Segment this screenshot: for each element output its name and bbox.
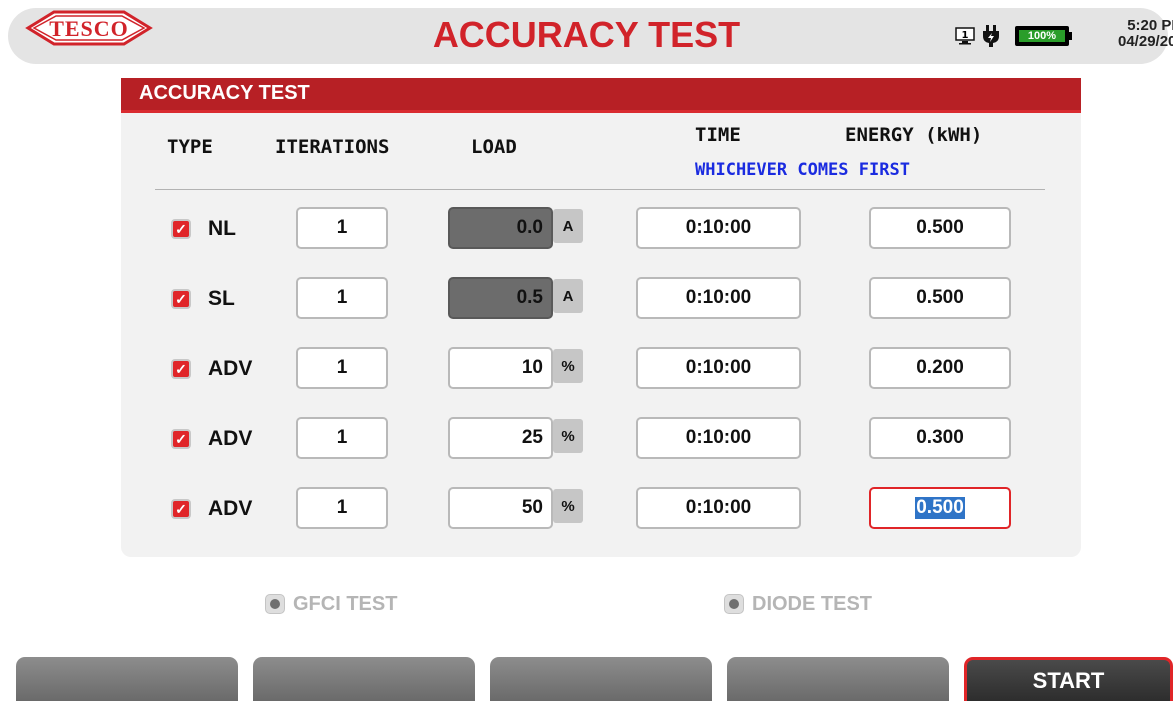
checkmark-icon[interactable]: ✓ [171, 429, 191, 449]
row-type: ADV [208, 427, 253, 450]
battery-level: 100% [1019, 30, 1065, 42]
time-field[interactable]: 0:10:00 [636, 487, 801, 529]
checkmark-icon[interactable]: ✓ [171, 499, 191, 519]
battery-icon: 100% [1015, 26, 1069, 46]
soft-button-2[interactable] [253, 657, 475, 701]
table-row: ✓ ADV 1 25 % 0:10:00 0.300 [121, 415, 1081, 461]
gfci-test-label: GFCI TEST [293, 593, 398, 615]
load-field[interactable]: 25 [448, 417, 553, 459]
energy-field[interactable]: 0.300 [869, 417, 1011, 459]
soft-button-3[interactable] [490, 657, 712, 701]
clock-date: 04/29/2021 [1118, 33, 1173, 50]
checkmark-icon[interactable]: ✓ [171, 359, 191, 379]
iterations-field[interactable]: 1 [296, 207, 388, 249]
load-unit: % [553, 349, 583, 383]
selected-text: 0.500 [915, 497, 965, 519]
plug-icon [983, 25, 999, 47]
iterations-field[interactable]: 1 [296, 277, 388, 319]
load-unit: % [553, 489, 583, 523]
load-unit: A [553, 279, 583, 313]
gfci-test-radio [265, 594, 285, 614]
panel-title-bar: ACCURACY TEST [121, 78, 1081, 113]
table-row: ✓ SL 1 0.5 A 0:10:00 0.500 [121, 275, 1081, 321]
row-type: ADV [208, 357, 253, 380]
checkmark-icon[interactable]: ✓ [171, 289, 191, 309]
iterations-field[interactable]: 1 [296, 487, 388, 529]
time-field[interactable]: 0:10:00 [636, 277, 801, 319]
diode-test-radio [724, 594, 744, 614]
iterations-field[interactable]: 1 [296, 347, 388, 389]
load-unit: % [553, 419, 583, 453]
table-row: ✓ NL 1 0.0 A 0:10:00 0.500 [121, 205, 1081, 251]
column-time: TIME [695, 124, 741, 146]
whichever-note: WHICHEVER COMES FIRST [695, 160, 910, 180]
row-type: ADV [208, 497, 253, 520]
table-row: ✓ ADV 1 50 % 0:10:00 0.500 [121, 485, 1081, 531]
load-field: 0.5 [448, 277, 553, 319]
energy-field[interactable]: 0.500 [869, 207, 1011, 249]
column-iterations: ITERATIONS [275, 136, 390, 158]
time-field[interactable]: 0:10:00 [636, 347, 801, 389]
accuracy-test-panel: ACCURACY TEST TYPE ITERATIONS LOAD TIME … [121, 78, 1081, 557]
load-field[interactable]: 50 [448, 487, 553, 529]
load-field[interactable]: 10 [448, 347, 553, 389]
time-field[interactable]: 0:10:00 [636, 417, 801, 459]
soft-button-4[interactable] [727, 657, 949, 701]
time-field[interactable]: 0:10:00 [636, 207, 801, 249]
row-type: SL [208, 287, 235, 310]
monitor-icon: 1 [955, 27, 975, 45]
load-unit: A [553, 209, 583, 243]
column-energy: ENERGY (kWH) [845, 124, 983, 146]
panel-title: ACCURACY TEST [139, 82, 310, 104]
diode-test-label: DIODE TEST [752, 593, 873, 615]
energy-field[interactable]: 0.500 [869, 277, 1011, 319]
column-load: LOAD [471, 136, 517, 158]
load-field: 0.0 [448, 207, 553, 249]
svg-text:1: 1 [962, 30, 969, 41]
table-row: ✓ ADV 1 10 % 0:10:00 0.200 [121, 345, 1081, 391]
checkmark-icon[interactable]: ✓ [171, 219, 191, 239]
soft-button-1[interactable] [16, 657, 238, 701]
clock-time: 5:20 PM [1127, 17, 1173, 34]
iterations-field[interactable]: 1 [296, 417, 388, 459]
column-type: TYPE [167, 136, 213, 158]
divider [155, 189, 1045, 190]
energy-field-active[interactable]: 0.500 [869, 487, 1011, 529]
start-button[interactable]: START [964, 657, 1173, 701]
energy-field[interactable]: 0.200 [869, 347, 1011, 389]
clock: 5:20 PM 04/29/2021 [1118, 18, 1173, 50]
row-type: NL [208, 217, 236, 240]
battery-tip [1069, 32, 1072, 40]
